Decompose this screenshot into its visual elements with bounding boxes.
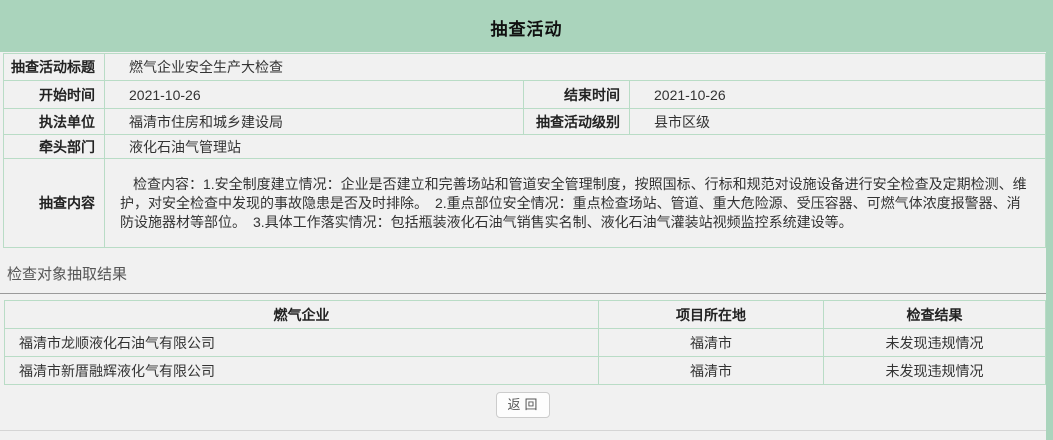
start-time-value: 2021-10-26: [105, 81, 524, 109]
results-section-title: 检查对象抽取结果: [0, 248, 1046, 294]
activity-title-value: 燃气企业安全生产大检查: [105, 54, 1046, 81]
project-location: 福清市: [599, 329, 824, 357]
inspection-content-value: 检查内容：1.安全制度建立情况：企业是否建立和完善场站和管道安全管理制度，按照国…: [105, 159, 1046, 248]
page-title: 抽查活动: [0, 0, 1053, 40]
inspection-content-text: 检查内容：1.安全制度建立情况：企业是否建立和完善场站和管道安全管理制度，按照国…: [120, 175, 1033, 232]
activity-level-label: 抽查活动级别: [524, 109, 630, 135]
bottom-divider: [0, 430, 1046, 433]
table-row: 福清市龙顺液化石油气有限公司 福清市 未发现违规情况: [5, 329, 1046, 357]
footer-actions: 返回: [0, 392, 1046, 418]
spot-check-activity-page: { "page": { "title": "抽查活动" }, "info": {…: [0, 0, 1053, 440]
enforcement-unit-label: 执法单位: [4, 109, 105, 135]
end-time-label: 结束时间: [524, 81, 630, 109]
table-row-lead-dept: 牵头部门 液化石油气管理站: [4, 135, 1046, 159]
table-row-activity-title: 抽查活动标题 燃气企业安全生产大检查: [4, 54, 1046, 81]
end-time-value: 2021-10-26: [630, 81, 1046, 109]
content-area: 抽查活动标题 燃气企业安全生产大检查 开始时间 2021-10-26 结束时间 …: [0, 52, 1046, 440]
table-row: 福清市新厝融辉液化气有限公司 福清市 未发现违规情况: [5, 357, 1046, 385]
table-row-dates: 开始时间 2021-10-26 结束时间 2021-10-26: [4, 81, 1046, 109]
results-header-row: 燃气企业 项目所在地 检查结果: [5, 301, 1046, 329]
enterprise-name: 福清市新厝融辉液化气有限公司: [5, 357, 599, 385]
back-button[interactable]: 返回: [496, 392, 549, 418]
enterprise-name: 福清市龙顺液化石油气有限公司: [5, 329, 599, 357]
inspection-result: 未发现违规情况: [824, 329, 1046, 357]
project-location: 福清市: [599, 357, 824, 385]
column-header-enterprise: 燃气企业: [5, 301, 599, 329]
start-time-label: 开始时间: [4, 81, 105, 109]
inspection-results-table: 燃气企业 项目所在地 检查结果 福清市龙顺液化石油气有限公司 福清市 未发现违规…: [4, 300, 1046, 385]
table-row-unit-level: 执法单位 福清市住房和城乡建设局 抽查活动级别 县市区级: [4, 109, 1046, 135]
activity-level-value: 县市区级: [630, 109, 1046, 135]
enforcement-unit-value: 福清市住房和城乡建设局: [105, 109, 524, 135]
column-header-location: 项目所在地: [599, 301, 824, 329]
activity-title-label: 抽查活动标题: [4, 54, 105, 81]
inspection-content-label: 抽查内容: [4, 159, 105, 248]
activity-info-table: 抽查活动标题 燃气企业安全生产大检查 开始时间 2021-10-26 结束时间 …: [3, 53, 1046, 248]
inspection-result: 未发现违规情况: [824, 357, 1046, 385]
lead-department-label: 牵头部门: [4, 135, 105, 159]
table-row-inspection-content: 抽查内容 检查内容：1.安全制度建立情况：企业是否建立和完善场站和管道安全管理制…: [4, 159, 1046, 248]
page-header: 抽查活动: [0, 0, 1053, 52]
column-header-result: 检查结果: [824, 301, 1046, 329]
lead-department-value: 液化石油气管理站: [105, 135, 1046, 159]
